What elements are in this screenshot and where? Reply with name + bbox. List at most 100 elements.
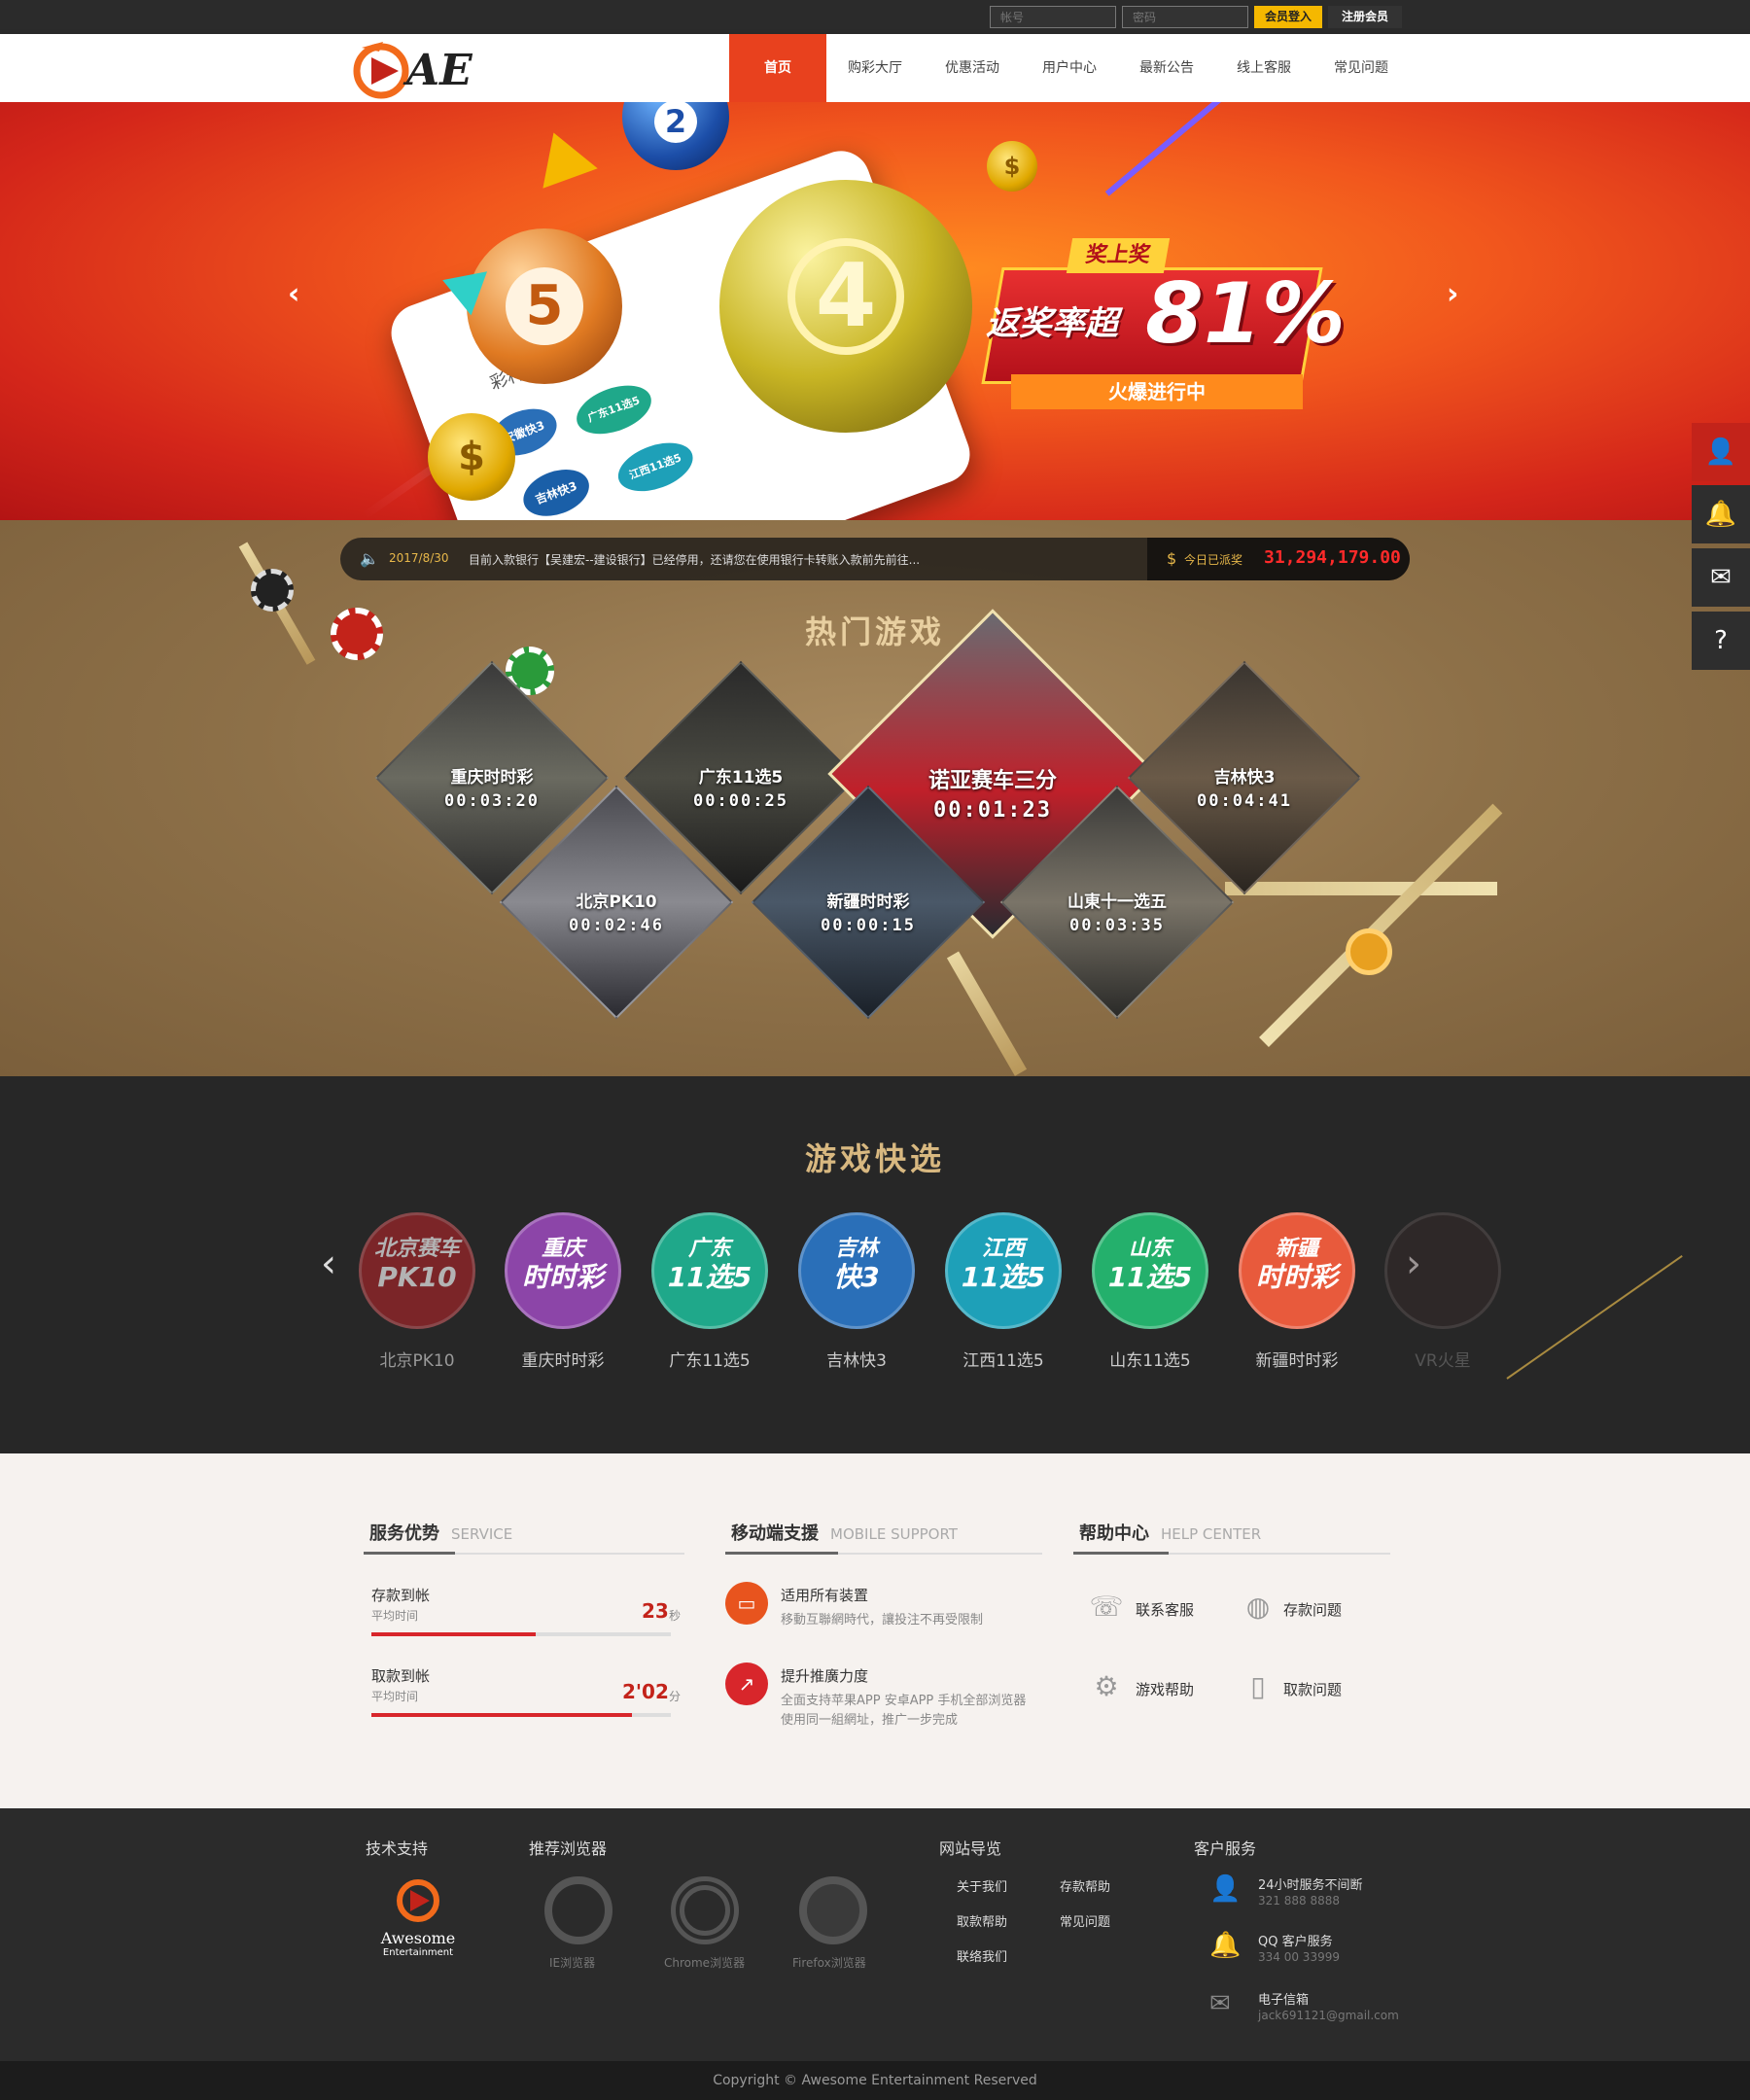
firefox-label[interactable]: Firefox浏览器 bbox=[792, 1954, 866, 1971]
lottery-ball: 4 bbox=[719, 180, 972, 433]
game-tile-label: 诺亚赛车三分 00:01:23 bbox=[928, 769, 1057, 822]
help-game[interactable]: 游戏帮助 bbox=[1136, 1679, 1194, 1699]
mobile-item2-desc2: 使用同一組網址，推广一步完成 bbox=[781, 1713, 959, 1728]
payout-value: 31,294,179.00 bbox=[1264, 547, 1401, 568]
hot-games-section: 🔈 2017/8/30 目前入款银行【吴建宏--建设银行】已经停用，还请您在使用… bbox=[0, 520, 1750, 1076]
lottery-ball: 5 bbox=[467, 228, 622, 384]
customer-service-icon: ☏ bbox=[1089, 1591, 1124, 1623]
ie-icon[interactable] bbox=[544, 1876, 612, 1944]
divider-highlight bbox=[364, 1552, 455, 1555]
lottery-ball: 2 bbox=[622, 102, 729, 170]
mail-icon: ✉ bbox=[1209, 1989, 1231, 2018]
chrome-label[interactable]: Chrome浏览器 bbox=[664, 1954, 745, 1971]
nav-online-service[interactable]: 线上客服 bbox=[1215, 34, 1312, 102]
help-withdraw[interactable]: 取款问题 bbox=[1283, 1679, 1342, 1699]
deposit-icon: ◍ bbox=[1245, 1591, 1271, 1623]
game-icon-cqssc[interactable]: 重庆 时时彩 bbox=[505, 1212, 621, 1329]
deposit-bar-fill bbox=[371, 1632, 537, 1636]
game-label[interactable]: 吉林快3 bbox=[784, 1347, 929, 1371]
game-icon-sd11x5[interactable]: 山东 11选5 bbox=[1092, 1212, 1208, 1329]
firefox-icon[interactable] bbox=[799, 1876, 867, 1944]
deposit-unit: 秒 bbox=[669, 1609, 682, 1623]
service-title: 服务优势 SERVICE bbox=[369, 1523, 513, 1544]
phone-game-chip: 广东11选5 bbox=[570, 376, 658, 443]
mobile-item1-desc: 移動互聯網時代，讓投注不再受限制 bbox=[781, 1613, 984, 1628]
game-label[interactable]: 广东11选5 bbox=[637, 1347, 783, 1371]
chip-icon bbox=[1346, 928, 1392, 975]
nav-announcements[interactable]: 最新公告 bbox=[1118, 34, 1215, 102]
banner-next-arrow[interactable]: › bbox=[1447, 277, 1458, 311]
game-label[interactable]: 重庆时时彩 bbox=[490, 1347, 636, 1371]
game-icon-vr-mars[interactable] bbox=[1384, 1212, 1501, 1329]
nav-home[interactable]: 首页 bbox=[729, 34, 826, 102]
copyright: Copyright © Awesome Entertainment Reserv… bbox=[0, 2061, 1750, 2100]
chart-icon: ↗ bbox=[725, 1662, 768, 1705]
nav-promotions[interactable]: 优惠活动 bbox=[924, 34, 1021, 102]
footer: 技术支持 Awesome Entertainment 推荐浏览器 IE浏览器 C… bbox=[0, 1808, 1750, 2061]
hero-banner[interactable]: 彩种大厅 安徽快3 广东11选5 吉林快3 江西11选5 山东 2 5 4 $ … bbox=[0, 102, 1750, 520]
cs-qq: QQ 客户服务 bbox=[1258, 1935, 1333, 1949]
notice-date: 2017/8/30 bbox=[389, 551, 449, 565]
quick-prev-arrow[interactable]: ‹ bbox=[321, 1242, 336, 1286]
game-tile-label: 山東十一选五 00:03:35 bbox=[1068, 892, 1167, 935]
deposit-avg: 平均时间 bbox=[371, 1609, 419, 1623]
promo-percent: 81% bbox=[1145, 265, 1346, 363]
site-logo[interactable]: AE bbox=[350, 38, 486, 100]
promo-badge: 奖上奖 返奖率超 81% 火爆进行中 bbox=[972, 238, 1346, 413]
payout-label: 今日已派奖 bbox=[1184, 553, 1243, 567]
game-label[interactable]: 北京PK10 bbox=[344, 1347, 490, 1371]
game-icon-xjssc[interactable]: 新疆 时时彩 bbox=[1239, 1212, 1355, 1329]
nav-user-center[interactable]: 用户中心 bbox=[1021, 34, 1118, 102]
payout-panel: $ 今日已派奖 31,294,179.00 bbox=[1147, 538, 1410, 580]
banner-prev-arrow[interactable]: ‹ bbox=[288, 277, 299, 311]
side-mail-button[interactable]: ✉ bbox=[1692, 548, 1750, 607]
notice-text: 目前入款银行【吴建宏--建设银行】已经停用，还请您在使用银行卡转账入款前先前往.… bbox=[469, 553, 921, 567]
register-button[interactable]: 注册会员 bbox=[1328, 6, 1402, 28]
side-qq-button[interactable]: 🔔 bbox=[1692, 485, 1750, 543]
nav-faq[interactable]: 常见问题 bbox=[1312, 34, 1410, 102]
coin-icon: $ bbox=[987, 141, 1037, 192]
side-customer-service-button[interactable]: 👤 bbox=[1692, 423, 1750, 481]
phone-game-chip: 吉林快3 bbox=[516, 461, 596, 520]
footer-link-contact[interactable]: 联络我们 bbox=[957, 1946, 1007, 1965]
footer-link-faq[interactable]: 常见问题 bbox=[1060, 1911, 1110, 1930]
game-label[interactable]: 新疆时时彩 bbox=[1224, 1347, 1370, 1371]
cs-24h: 24小时服务不间断 bbox=[1258, 1878, 1363, 1893]
footer-link-deposit-help[interactable]: 存款帮助 bbox=[1060, 1876, 1110, 1895]
account-input[interactable] bbox=[990, 6, 1116, 28]
cs-email-address[interactable]: jack691121@gmail.com bbox=[1258, 2009, 1399, 2022]
coin-icon: $ bbox=[1167, 549, 1177, 568]
divider-highlight bbox=[725, 1552, 838, 1555]
footer-link-about[interactable]: 关于我们 bbox=[957, 1876, 1007, 1895]
help-contact-service[interactable]: 联系客服 bbox=[1136, 1599, 1194, 1620]
tech-support-title: 技术支持 bbox=[366, 1839, 429, 1858]
password-input[interactable] bbox=[1122, 6, 1248, 28]
ie-label[interactable]: IE浏览器 bbox=[549, 1954, 595, 1971]
game-icon-jlk3[interactable]: 吉林 快3 bbox=[798, 1212, 915, 1329]
logo-icon bbox=[397, 1879, 439, 1922]
decor-line bbox=[946, 951, 1028, 1076]
main-header: AE 首页 购彩大厅 优惠活动 用户中心 最新公告 线上客服 常见问题 bbox=[0, 34, 1750, 102]
light-streak bbox=[1104, 102, 1229, 196]
mobile-item1-title: 适用所有装置 bbox=[781, 1587, 869, 1604]
game-icon-gd11x5[interactable]: 广东 11选5 bbox=[651, 1212, 768, 1329]
game-label[interactable]: 江西11选5 bbox=[930, 1347, 1076, 1371]
decor-triangle bbox=[526, 122, 598, 189]
deposit-value: 23 bbox=[642, 1599, 669, 1623]
side-help-button[interactable]: ? bbox=[1692, 612, 1750, 670]
logo-text: AE bbox=[406, 46, 472, 95]
game-icon-bjpk10[interactable]: 北京赛车 PK10 bbox=[359, 1212, 475, 1329]
login-button[interactable]: 会员登入 bbox=[1254, 6, 1322, 28]
browsers-title: 推荐浏览器 bbox=[529, 1839, 608, 1858]
help-deposit[interactable]: 存款问题 bbox=[1283, 1599, 1342, 1620]
footer-link-withdraw-help[interactable]: 取款帮助 bbox=[957, 1911, 1007, 1930]
game-label[interactable]: VR火星 bbox=[1370, 1347, 1516, 1371]
nav-lottery-hall[interactable]: 购彩大厅 bbox=[826, 34, 924, 102]
withdraw-label: 取款到帐 bbox=[371, 1667, 431, 1685]
game-icon-jx11x5[interactable]: 江西 11选5 bbox=[945, 1212, 1062, 1329]
person-icon: 👤 bbox=[1209, 1874, 1242, 1904]
hot-games-title: 热门游戏 bbox=[804, 613, 945, 650]
chrome-icon[interactable] bbox=[671, 1876, 739, 1944]
game-label[interactable]: 山东11选5 bbox=[1077, 1347, 1223, 1371]
notice-ticker[interactable]: 🔈 2017/8/30 目前入款银行【吴建宏--建设银行】已经停用，还请您在使用… bbox=[340, 538, 1410, 580]
